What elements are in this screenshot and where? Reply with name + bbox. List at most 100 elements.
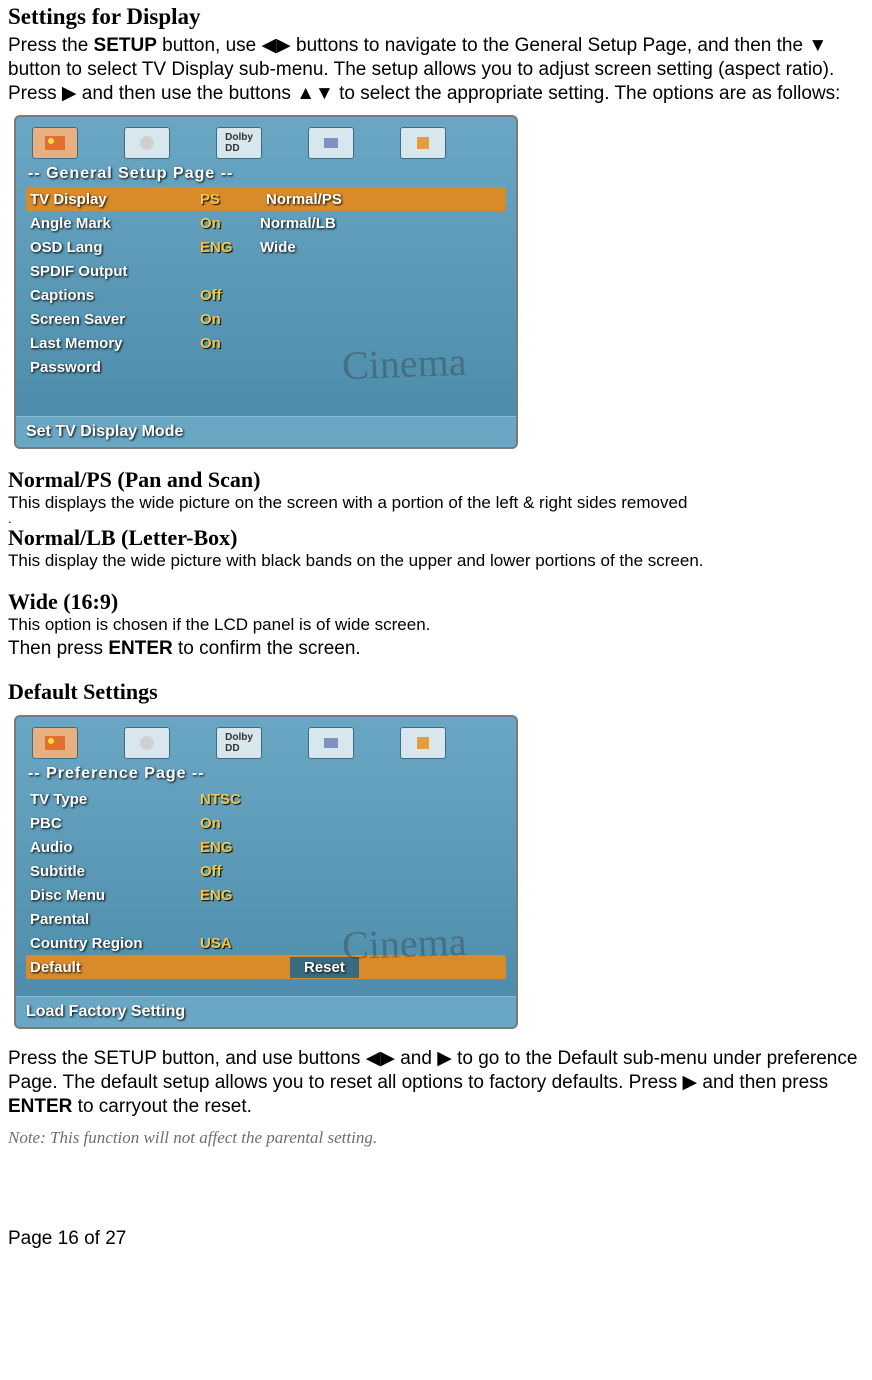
menu-row: Country RegionUSA [26,931,506,955]
menu-item-value: ENG [200,887,260,904]
text-bold: SETUP [94,35,157,56]
tab-icons: DolbyDD [16,717,516,763]
text: and then use the buttons [76,83,296,104]
menu-row: SPDIF Output [26,259,506,283]
menu-item-label: Country Region [26,935,200,952]
text: to confirm the screen. [173,638,361,659]
menu-row: Default Reset [26,955,506,979]
intro-paragraph: Press the SETUP button, use ◀▶ buttons t… [8,34,864,105]
menu-item-label: Parental [26,911,200,928]
tab-icon: DolbyDD [216,127,262,159]
menu-item-label: Angle Mark [26,215,200,232]
menu-page-title: -- Preference Page -- [16,763,516,785]
tab-icon [308,727,354,759]
menu-row: Disc MenuENG [26,883,506,907]
menu-option: Normal/PS [260,189,348,210]
tab-icon [400,727,446,759]
menu-row: Parental [26,907,506,931]
arrow-right-icon: ▶ [683,1072,698,1093]
screenshot-preference-page: DolbyDD -- Preference Page -- TV TypeNTS… [14,715,518,1029]
menu-item-label: Subtitle [26,863,200,880]
menu-item-value: On [200,815,260,832]
menu-item-value: On [200,311,260,328]
menu-row: Password [26,355,506,379]
menu-item-label: Audio [26,839,200,856]
option-desc-ps: This displays the wide picture on the sc… [8,493,864,513]
menu-item-value: ENG [200,839,260,856]
menu-item-label: TV Display [26,191,200,208]
menu-row: TV TypeNTSC [26,787,506,811]
status-bar: Set TV Display Mode [16,416,516,447]
menu-item-label: Screen Saver [26,311,200,328]
menu-item-value: NTSC [200,791,260,808]
text: . [8,515,864,523]
arrow-left-right-icon: ◀▶ [261,35,290,56]
tab-icon [32,127,78,159]
menu-option: Wide [260,239,296,256]
option-title-wide: Wide (16:9) [8,589,864,615]
page-number: Page 16 of 27 [8,1228,864,1250]
menu-row: AudioENG [26,835,506,859]
option-title-lb: Normal/LB (Letter-Box) [8,525,864,551]
menu-item-value: USA [200,935,260,952]
menu-row: CaptionsOff [26,283,506,307]
tab-icon: DolbyDD [216,727,262,759]
tab-icon [32,727,78,759]
menu-item-value: PS [200,191,260,208]
tab-icons: DolbyDD [16,117,516,163]
text: and [395,1048,437,1069]
text: Then press [8,638,108,659]
tab-icon [308,127,354,159]
text-bold: ENTER [8,1096,72,1117]
menu-item-label: Password [26,359,200,376]
option-desc-wide: This option is chosen if the LCD panel i… [8,615,864,635]
menu-row: PBCOn [26,811,506,835]
menu-item-label: Disc Menu [26,887,200,904]
default-paragraph: Press the SETUP button, and use buttons … [8,1047,864,1118]
menu-row: TV DisplayPSNormal/PS [26,187,506,211]
text: Press the [8,35,94,56]
menu-item-value: ENG [200,239,260,256]
arrow-left-right-icon: ◀▶ [366,1048,395,1069]
menu-body: TV DisplayPSNormal/PSAngle MarkOnNormal/… [16,185,516,379]
menu-option: Reset [290,957,359,978]
confirm-text: Then press ENTER to confirm the screen. [8,637,864,661]
menu-row: SubtitleOff [26,859,506,883]
arrow-right-icon: ▶ [437,1048,452,1069]
default-settings-heading: Default Settings [8,679,864,705]
option-desc-lb: This display the wide picture with black… [8,551,864,571]
text: buttons to navigate to the General Setup… [291,35,809,56]
menu-option: Normal/LB [260,215,336,232]
page-title: Settings for Display [8,4,864,30]
tab-icon [400,127,446,159]
tab-icon [124,727,170,759]
note-text: Note: This function will not affect the … [8,1128,864,1148]
menu-item-label: OSD Lang [26,239,200,256]
menu-item-label: Default [26,959,200,976]
arrow-up-down-icon: ▲▼ [296,83,334,104]
menu-row: Screen SaverOn [26,307,506,331]
menu-item-label: TV Type [26,791,200,808]
tab-icon [124,127,170,159]
menu-item-value: Off [200,287,260,304]
menu-row: Last MemoryOn [26,331,506,355]
menu-item-value: Off [200,863,260,880]
text: to carryout the reset. [72,1096,252,1117]
menu-item-label: Captions [26,287,200,304]
menu-page-title: -- General Setup Page -- [16,163,516,185]
option-title-ps: Normal/PS (Pan and Scan) [8,467,864,493]
menu-row: OSD LangENGWide [26,235,506,259]
menu-item-label: PBC [26,815,200,832]
arrow-down-icon: ▼ [808,35,827,56]
menu-body: TV TypeNTSCPBCOnAudioENGSubtitleOffDisc … [16,785,516,979]
text: to select the appropriate setting. The o… [334,83,841,104]
menu-row: Angle MarkOnNormal/LB [26,211,506,235]
screenshot-general-setup: DolbyDD -- General Setup Page -- TV Disp… [14,115,518,449]
text: and then press [697,1072,828,1093]
menu-item-value: On [200,335,260,352]
arrow-right-icon: ▶ [62,83,77,104]
menu-item-label: SPDIF Output [26,263,200,280]
text: Press the SETUP button, and use buttons [8,1048,366,1069]
text-bold: ENTER [108,638,172,659]
menu-item-value: On [200,215,260,232]
